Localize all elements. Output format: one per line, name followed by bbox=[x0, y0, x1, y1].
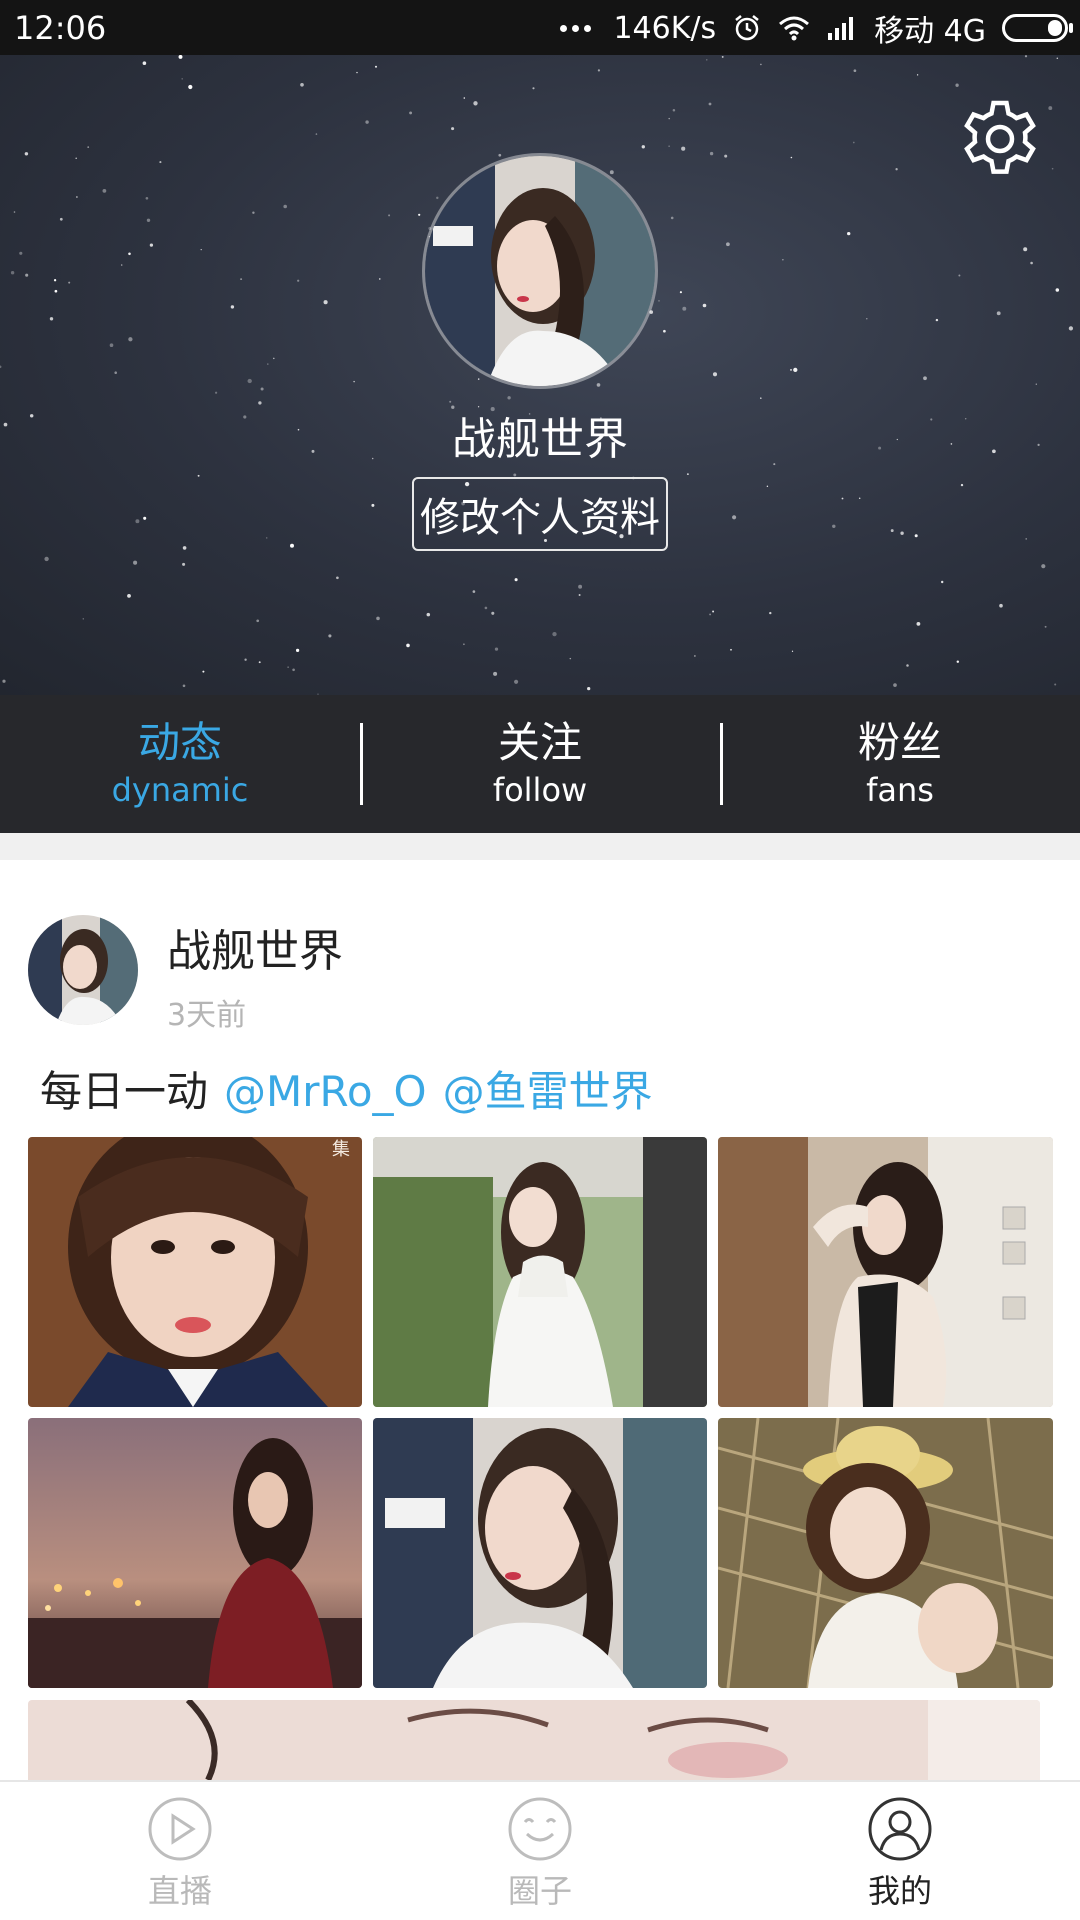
post-photo[interactable] bbox=[28, 1700, 1040, 1780]
tab-label-zh: 关注 bbox=[497, 718, 582, 767]
wifi-icon bbox=[779, 16, 810, 41]
nav-label: 直播 bbox=[147, 1872, 212, 1910]
user-circle-icon bbox=[868, 1797, 932, 1861]
smiley-circle-icon bbox=[508, 1797, 572, 1861]
post-photo[interactable] bbox=[28, 1418, 362, 1688]
post-photo[interactable] bbox=[718, 1418, 1053, 1688]
tab-label-zh: 粉丝 bbox=[857, 718, 942, 767]
svg-text:集: 集 bbox=[332, 1139, 350, 1160]
battery-icon bbox=[1002, 14, 1073, 42]
profile-name: 战舰世界 bbox=[452, 414, 628, 465]
post-photo[interactable] bbox=[718, 1137, 1053, 1407]
status-icons: 146K/s 移动 4G bbox=[560, 8, 1073, 49]
bottom-nav: 直播 圈子 我的 bbox=[0, 1780, 1080, 1920]
section-divider bbox=[0, 833, 1080, 860]
more-dots-icon bbox=[560, 24, 592, 32]
profile-avatar[interactable] bbox=[422, 153, 658, 389]
post-timestamp: 3天前 bbox=[167, 998, 247, 1033]
post-username[interactable]: 战舰世界 bbox=[167, 915, 343, 979]
mention-link[interactable]: @MrRo_O bbox=[224, 1067, 427, 1116]
nav-label: 圈子 bbox=[507, 1872, 572, 1910]
nav-mine[interactable]: 我的 bbox=[720, 1782, 1080, 1920]
tab-divider bbox=[720, 723, 723, 805]
post-text: 每日一动 @MrRo_O @鱼雷世界 bbox=[40, 1058, 653, 1119]
tab-label-en: dynamic bbox=[111, 771, 249, 809]
mention-link[interactable]: @鱼雷世界 bbox=[443, 1067, 653, 1116]
profile-tabs: 动态 dynamic 关注 follow 粉丝 fans bbox=[0, 695, 1080, 833]
network-speed: 146K/s bbox=[613, 10, 717, 46]
tab-divider bbox=[360, 723, 363, 805]
status-bar: 12:06 146K/s 移动 4G bbox=[0, 0, 1080, 55]
tab-label-zh: 动态 bbox=[137, 718, 222, 767]
post-body: 每日一动 bbox=[40, 1067, 209, 1116]
tab-follow[interactable]: 关注 follow bbox=[360, 695, 720, 833]
post-photo[interactable]: 集 bbox=[28, 1137, 362, 1407]
nav-circle[interactable]: 圈子 bbox=[360, 1782, 720, 1920]
edit-profile-button[interactable]: 修改个人资料 bbox=[412, 477, 668, 551]
nav-label: 我的 bbox=[867, 1872, 932, 1910]
post-photo[interactable] bbox=[373, 1418, 707, 1688]
post-avatar[interactable] bbox=[28, 915, 138, 1025]
nav-live[interactable]: 直播 bbox=[0, 1782, 360, 1920]
profile-header: 战舰世界 修改个人资料 bbox=[0, 55, 1080, 695]
tab-label-en: fans bbox=[866, 771, 934, 809]
carrier-label: 移动 4G bbox=[874, 14, 986, 49]
play-circle-icon bbox=[148, 1797, 212, 1861]
tab-label-en: follow bbox=[492, 771, 588, 809]
signal-icon bbox=[828, 17, 854, 40]
tab-fans[interactable]: 粉丝 fans bbox=[720, 695, 1080, 833]
alarm-icon bbox=[735, 15, 759, 41]
status-time: 12:06 bbox=[14, 9, 107, 47]
settings-gear-icon[interactable] bbox=[958, 97, 1042, 181]
post-photo[interactable] bbox=[373, 1137, 707, 1407]
tab-dynamic[interactable]: 动态 dynamic bbox=[0, 695, 360, 833]
